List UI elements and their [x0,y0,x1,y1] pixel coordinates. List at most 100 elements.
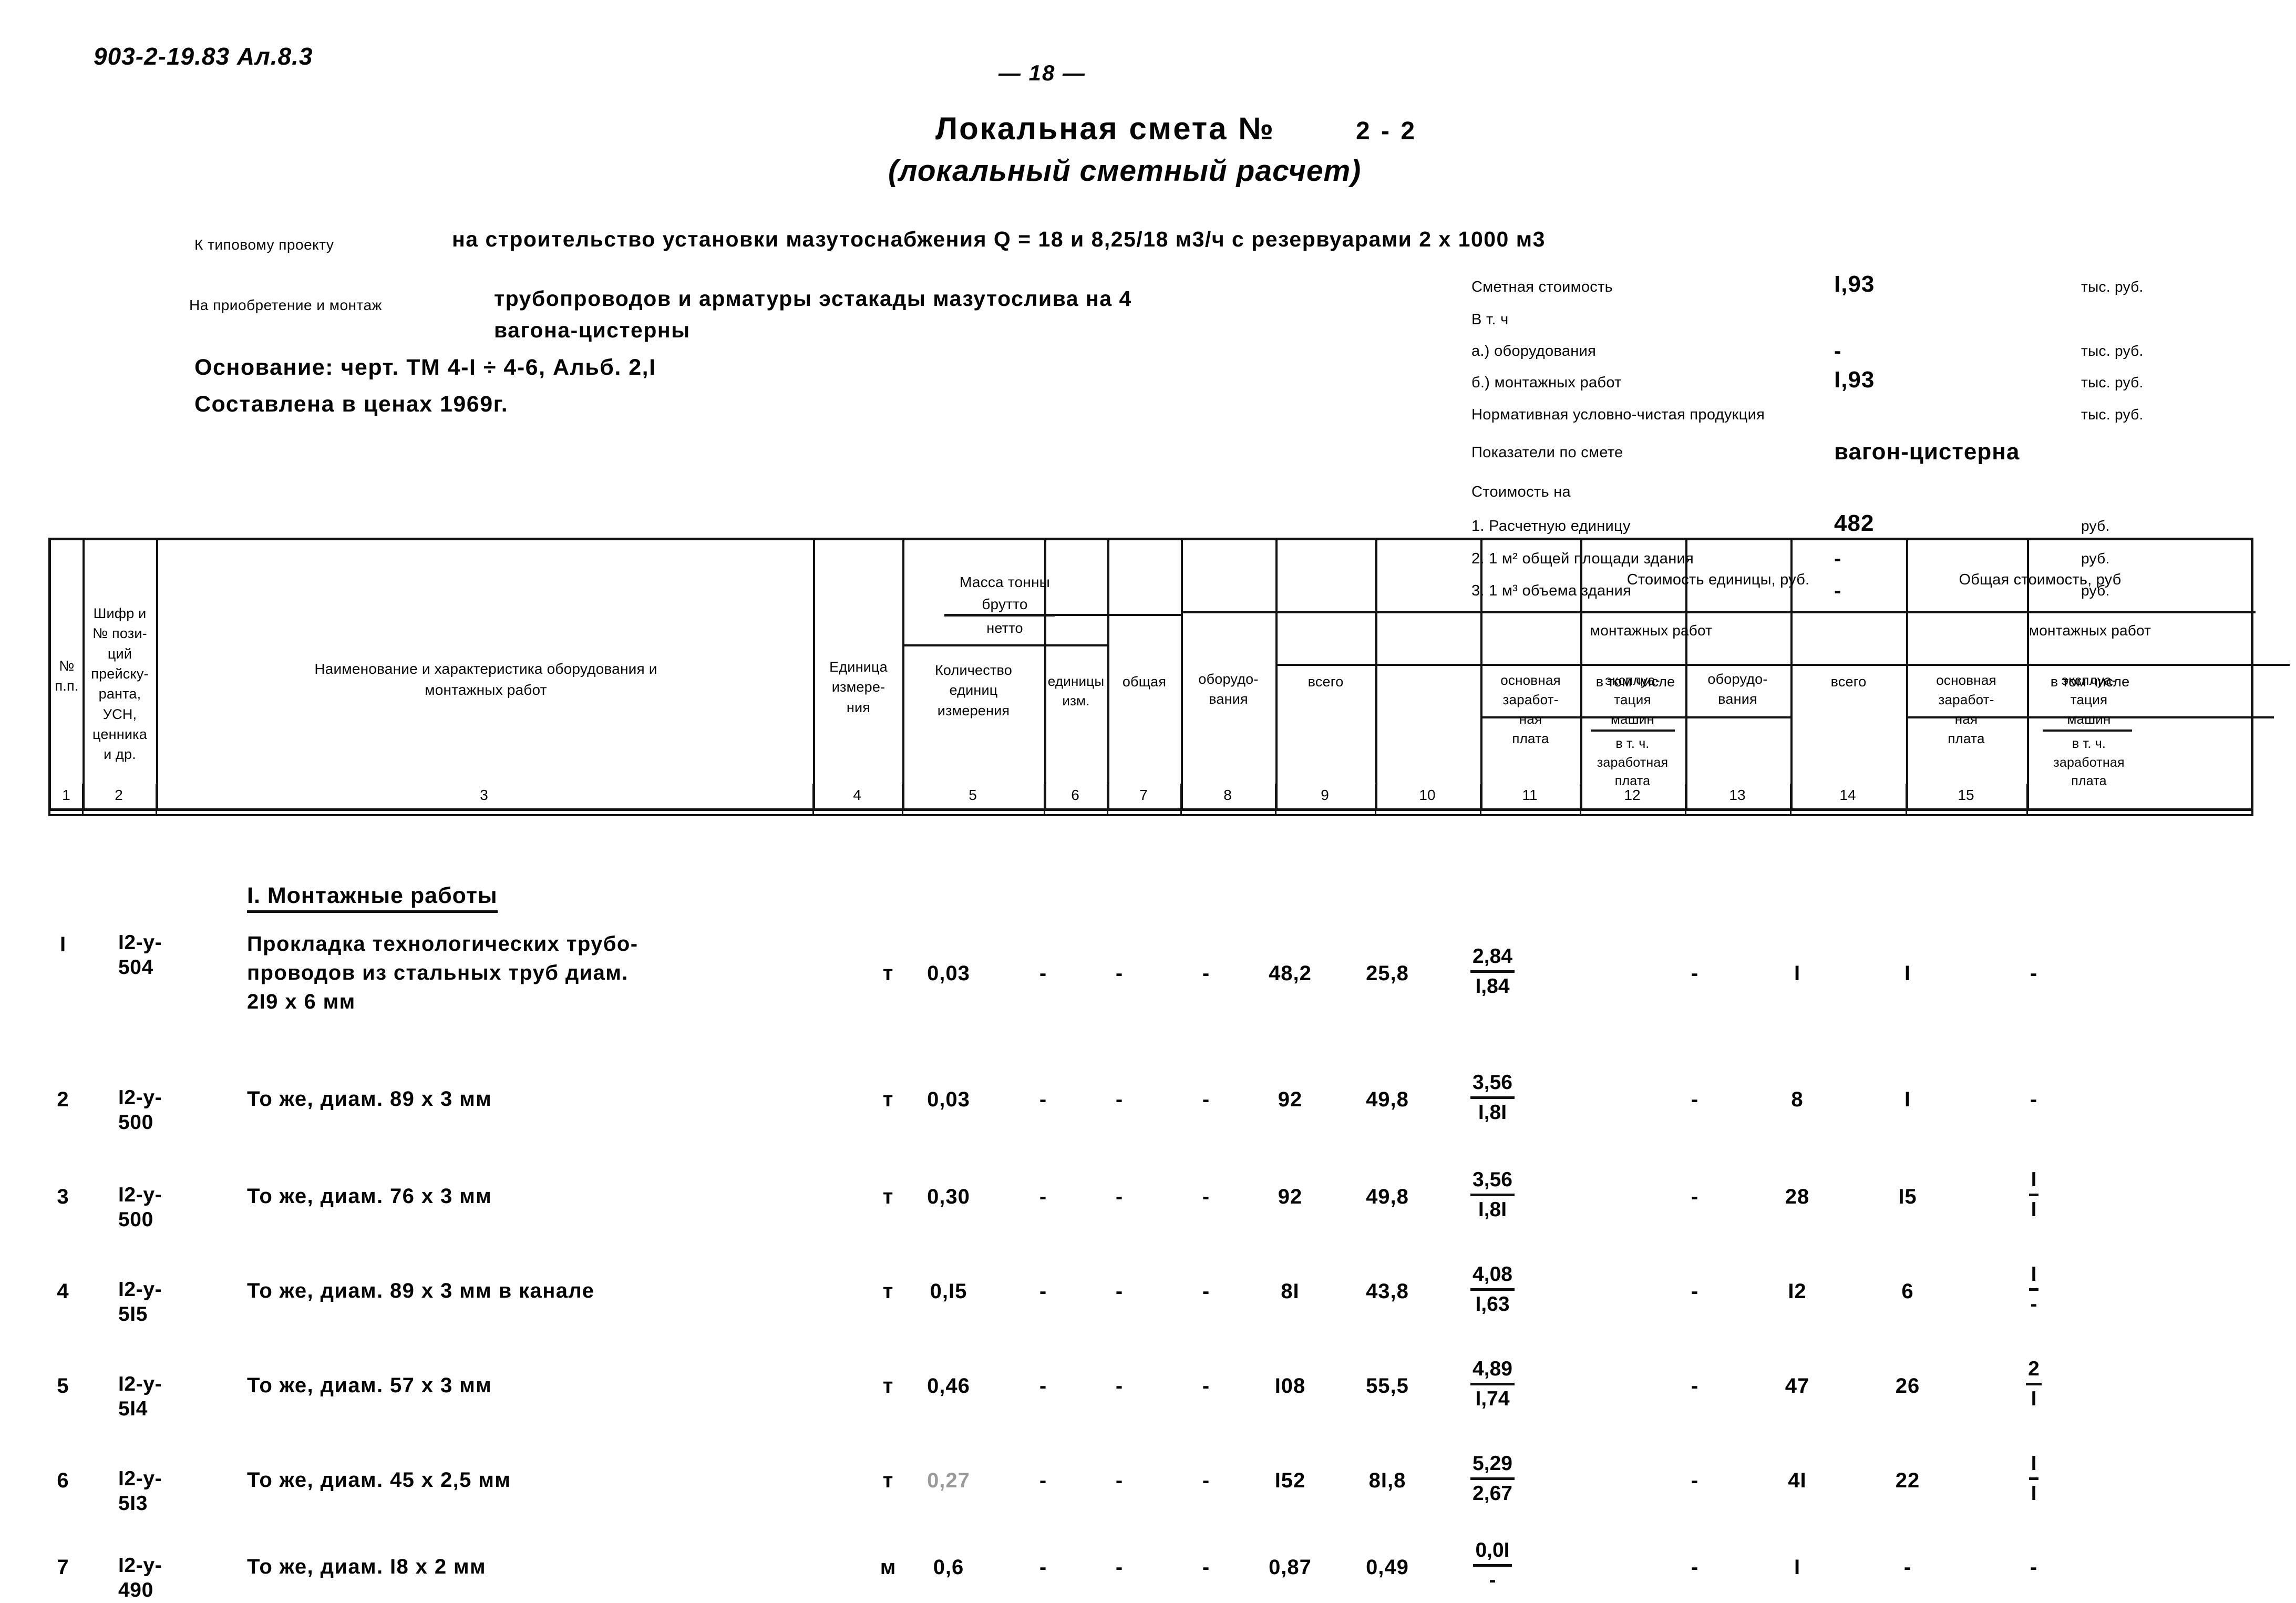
row-uc-machinery-fraction: 3,56 I,8I [1443,1167,1542,1223]
row-tc-machinery-wage: I [2031,1198,2037,1221]
row-mass-unit: - [1039,1185,1047,1208]
header-col-mass-total: общая [1122,674,1167,690]
header-col-tc-machinery: эксплуа-тация машин [2061,672,2117,727]
summary-label: а.) оборудования [1471,343,1597,359]
row-tc-machinery: - [2030,962,2038,985]
table-column-number: 12 [1624,787,1641,803]
summary-value: 482 [1834,510,1875,536]
row-uc-equipment: - [1202,1556,1210,1579]
row-mass-unit: - [1039,1556,1047,1579]
row-quantity: 0,30 [927,1185,970,1208]
row-number: 7 [57,1556,69,1579]
row-mass-total: - [1115,1185,1124,1208]
row-code: I2-у- 5I5 [118,1278,162,1325]
row-uc-equipment: - [1202,1374,1210,1398]
row-unit: т [882,1374,894,1398]
row-uc-wage: 25,8 [1366,962,1409,985]
row-uc-equipment: - [1202,962,1210,985]
row-uc-equipment: - [1202,1185,1210,1208]
row-uc-machinery: 4,89 [1470,1357,1515,1385]
header-uc-machinery-rule [1591,729,1675,732]
header-col-uc-machinery-wage: в т. ч. заработная плата [1597,736,1669,788]
row-code: I2-у- 490 [118,1554,162,1601]
row-description: То же, диам. 45 х 2,5 мм [247,1468,511,1492]
row-uc-machinery-wage: I,8I [1478,1198,1507,1221]
row-unit: т [882,1088,894,1111]
row-code: I2-у- 5I4 [118,1373,162,1420]
row-tc-wage: 26 [1895,1374,1920,1398]
header-col-tc-wage: основная заработ-ная плата [1936,672,1996,746]
table-gridline-horizontal [1181,611,2256,613]
row-uc-wage: 0,49 [1366,1556,1409,1579]
row-mass-total: - [1115,1280,1124,1303]
row-uc-wage: 49,8 [1366,1185,1409,1208]
summary-value: - [1834,340,1842,363]
table-column-number: 3 [480,787,488,803]
row-quantity: 0,46 [927,1374,970,1398]
row-uc-machinery: 3,56 [1470,1070,1515,1099]
row-uc-machinery: 3,56 [1470,1167,1515,1196]
summary-unit: тыс. руб. [2081,406,2144,423]
row-mass-total: - [1115,1556,1124,1579]
row-tc-wage: I [1904,1088,1911,1111]
row-uc-machinery-fraction: 4,08 I,63 [1443,1262,1542,1318]
summary-value: I,93 [1834,367,1875,393]
row-uc-wage: 43,8 [1366,1280,1409,1303]
text-purchase-install-line2: вагона-цистерны [494,318,691,342]
row-tc-machinery-wage: - [2030,1292,2037,1316]
table-column-number: 9 [1321,787,1329,803]
row-uc-equipment: - [1202,1280,1210,1303]
row-uc-wage: 8I,8 [1368,1469,1406,1492]
header-col-no: № п.п. [55,658,79,694]
row-code: I2-у- 500 [118,1086,162,1134]
summary-unit: тыс. руб. [2081,374,2144,391]
row-uc-total: 48,2 [1269,962,1312,985]
row-quantity: 0,27 [927,1469,970,1492]
row-tc-equipment: - [1691,1280,1699,1303]
table-column-number: 5 [969,787,977,803]
header-total-cost-group: Общая стоимость, руб [1959,571,2122,588]
row-tc-total: 28 [1785,1185,1810,1208]
row-unit: т [882,1280,894,1303]
row-mass-unit: - [1039,1280,1047,1303]
row-uc-total: 8I [1281,1280,1300,1303]
row-code: I2-у- 5I3 [118,1467,162,1515]
row-tc-machinery-fraction: 2I [1986,1357,2081,1412]
row-tc-wage: 6 [1901,1280,1914,1303]
row-uc-machinery-wage: - [1489,1568,1496,1591]
row-uc-total: I52 [1274,1469,1306,1492]
row-description: То же, диам. 89 х 3 мм в канале [247,1279,595,1302]
row-tc-machinery-fraction: II [1986,1167,2081,1223]
row-tc-wage: I [1904,962,1911,985]
row-unit: т [882,1469,894,1492]
row-uc-wage: 49,8 [1366,1088,1409,1111]
header-tc-machinery-rule [2043,729,2132,732]
summary-unit: руб. [2081,518,2110,534]
row-number: 6 [57,1469,69,1492]
estimate-number: 2 - 2 [1356,117,1417,145]
page-title: Локальная смета № [935,111,1275,146]
row-mass-unit: - [1039,1088,1047,1111]
header-col-tc-equip: оборудо-вания [1707,671,1768,707]
header-col-tc-machinery-wage: в т. ч. заработная плата [2053,736,2125,788]
row-quantity: 0,03 [927,1088,970,1111]
table-gridline-horizontal [902,644,1107,646]
table-column-number: 4 [853,787,861,803]
row-uc-machinery-fraction: 3,56 I,8I [1443,1070,1542,1126]
row-tc-machinery: I [2029,1262,2039,1291]
header-col-mass-unit: единицы изм. [1047,673,1105,708]
row-uc-machinery: 4,08 [1470,1262,1515,1291]
table-gridline-vertical [156,540,158,808]
row-mass-total: - [1115,1374,1124,1398]
row-tc-machinery-fraction: I- [1986,1262,2081,1318]
table-column-number: 14 [1839,787,1856,803]
summary-label: Сметная стоимость [1471,279,1613,295]
row-tc-total: 8 [1791,1088,1804,1111]
row-uc-machinery-wage: I,74 [1475,1387,1510,1410]
page-number: — 18 — [998,60,1086,85]
text-typical-project: на строительство установки мазутоснабжен… [452,227,1546,251]
table-column-number: 11 [1522,787,1538,803]
summary-label: Показатели по смете [1471,444,1623,461]
row-tc-machinery-fraction: II [1986,1451,2081,1507]
row-tc-total: 47 [1785,1374,1810,1398]
